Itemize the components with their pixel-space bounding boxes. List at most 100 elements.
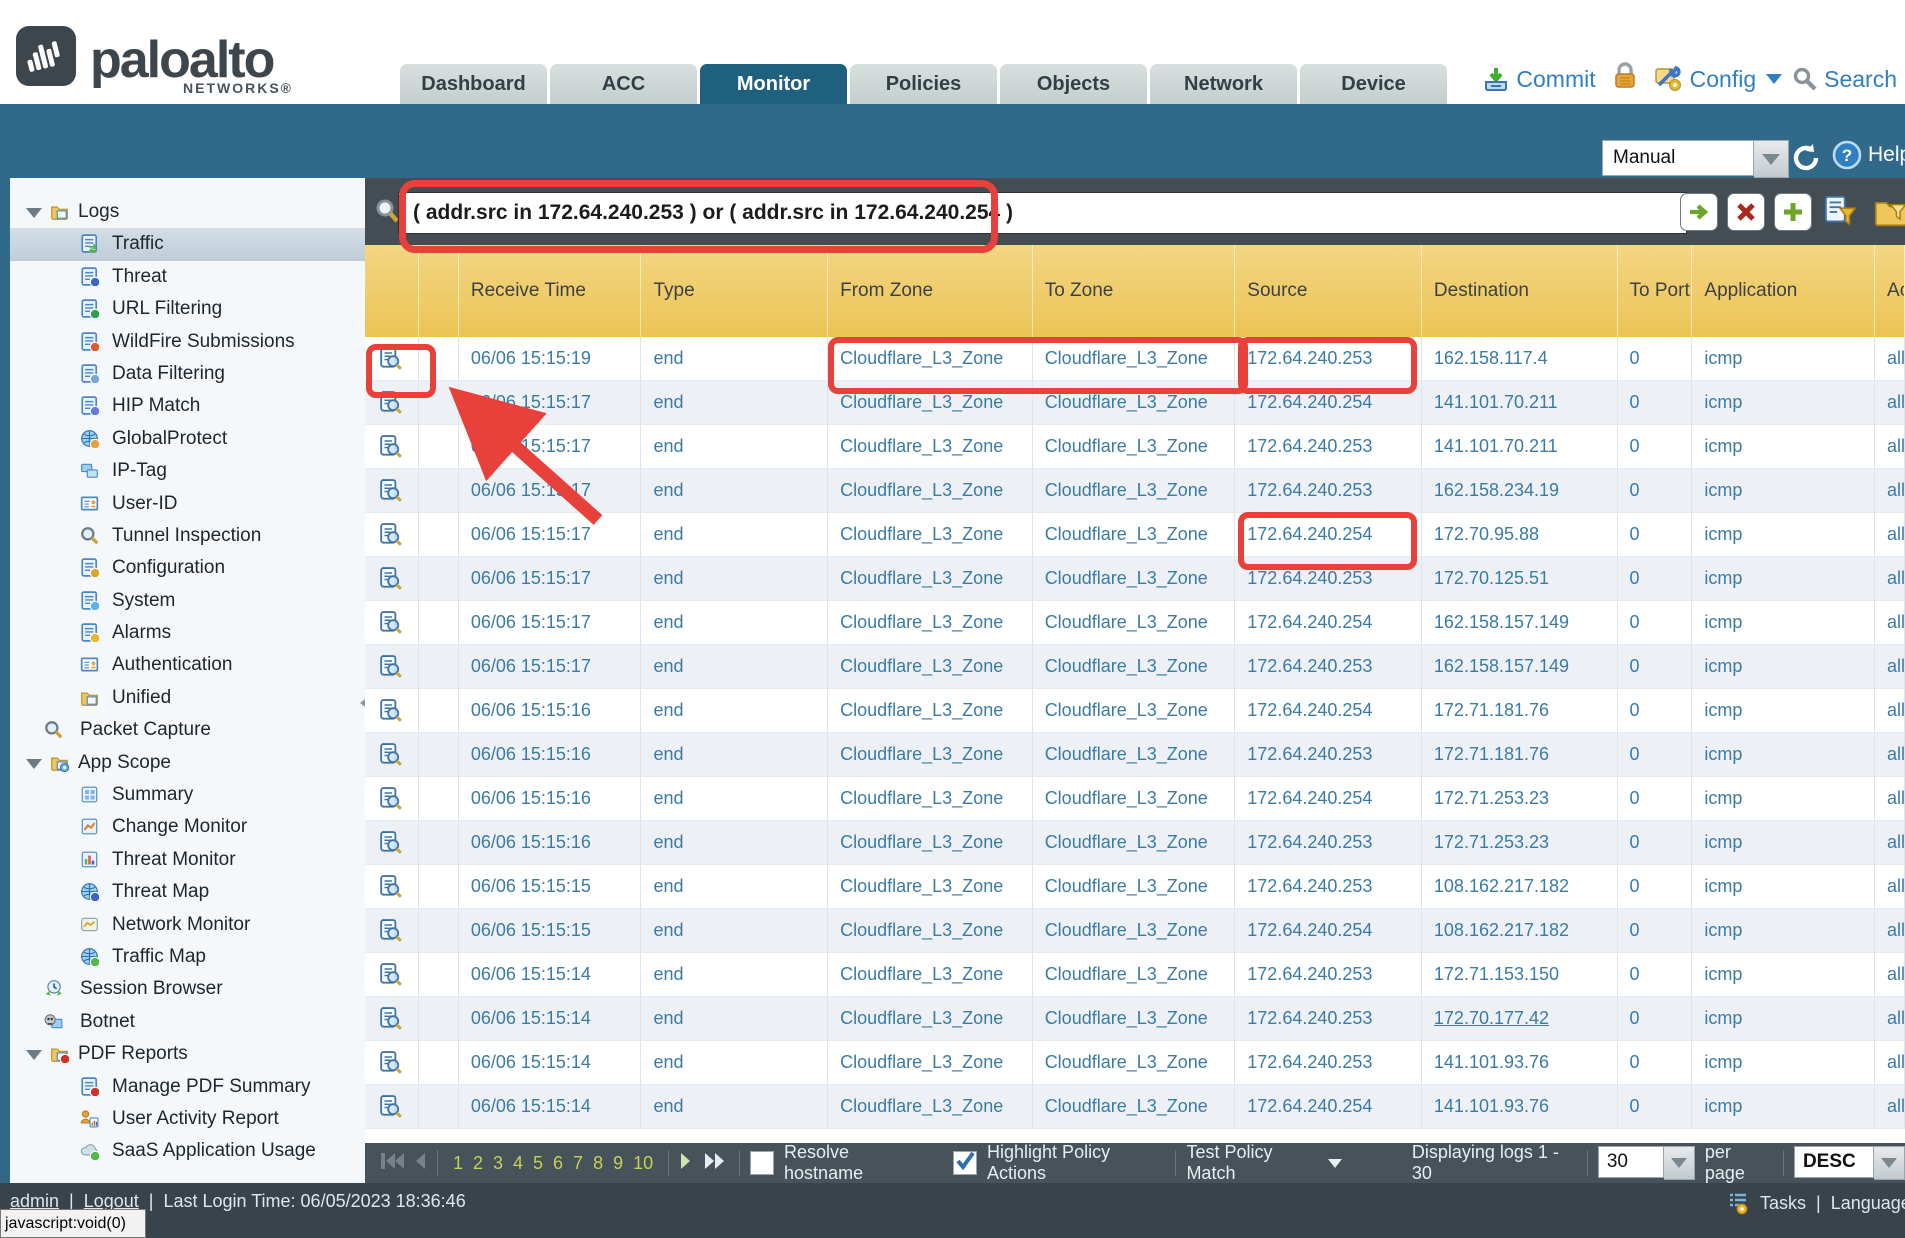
cell-from-zone[interactable]: Cloudflare_L3_Zone: [828, 909, 1033, 952]
cell-action[interactable]: allow: [1875, 865, 1905, 908]
sidebar-item-globalprotect[interactable]: GlobalProtect: [10, 423, 365, 455]
sidebar-item-network-monitor[interactable]: Network Monitor: [10, 909, 365, 941]
apply-filter-button[interactable]: [1680, 193, 1718, 231]
cell-to-port[interactable]: 0: [1618, 689, 1693, 732]
cell-to-zone[interactable]: Cloudflare_L3_Zone: [1033, 821, 1236, 864]
log-detail-button[interactable]: [365, 777, 419, 820]
page-number-9[interactable]: 9: [613, 1153, 623, 1173]
cell-destination[interactable]: 108.162.217.182: [1422, 909, 1618, 952]
page-number-10[interactable]: 10: [633, 1153, 653, 1173]
page-number-8[interactable]: 8: [593, 1153, 603, 1173]
last-page-button[interactable]: [703, 1151, 729, 1176]
expand-triangle-icon[interactable]: [26, 208, 42, 218]
cell-from-zone[interactable]: Cloudflare_L3_Zone: [828, 1041, 1033, 1084]
cell-to-zone[interactable]: Cloudflare_L3_Zone: [1033, 733, 1236, 776]
cell-receive-time[interactable]: 06/06 15:15:16: [459, 689, 642, 732]
cell-to-zone[interactable]: Cloudflare_L3_Zone: [1033, 381, 1236, 424]
cell-destination[interactable]: 141.101.93.76: [1422, 1085, 1618, 1128]
tab-monitor[interactable]: Monitor: [700, 64, 847, 104]
sort-order-caret[interactable]: [1874, 1146, 1905, 1180]
log-detail-button[interactable]: [365, 425, 419, 468]
cell-source[interactable]: 172.64.240.254: [1235, 777, 1422, 820]
cell-type[interactable]: end: [641, 469, 828, 512]
cell-destination[interactable]: 172.70.177.42: [1422, 997, 1618, 1040]
cell-receive-time[interactable]: 06/06 15:15:17: [459, 557, 642, 600]
cell-from-zone[interactable]: Cloudflare_L3_Zone: [828, 425, 1033, 468]
cell-from-zone[interactable]: Cloudflare_L3_Zone: [828, 777, 1033, 820]
log-detail-button[interactable]: [365, 1041, 419, 1084]
cell-to-zone[interactable]: Cloudflare_L3_Zone: [1033, 1085, 1236, 1128]
cell-to-zone[interactable]: Cloudflare_L3_Zone: [1033, 689, 1236, 732]
sidebar-item-botnet[interactable]: Botnet: [10, 1006, 365, 1038]
cell-destination[interactable]: 162.158.117.4: [1422, 337, 1618, 380]
search-button[interactable]: Search: [1792, 66, 1897, 93]
cell-destination[interactable]: 172.70.125.51: [1422, 557, 1618, 600]
cell-to-zone[interactable]: Cloudflare_L3_Zone: [1033, 337, 1236, 380]
resolve-hostname-checkbox[interactable]: [750, 1151, 774, 1175]
filter-builder-button[interactable]: [1823, 193, 1859, 229]
cell-to-zone[interactable]: Cloudflare_L3_Zone: [1033, 645, 1236, 688]
commit-button[interactable]: Commit: [1482, 65, 1595, 93]
cell-source[interactable]: 172.64.240.254: [1235, 689, 1422, 732]
page-number-3[interactable]: 3: [493, 1153, 503, 1173]
sidebar-item-url-filtering[interactable]: URL Filtering: [10, 293, 365, 325]
cell-to-zone[interactable]: Cloudflare_L3_Zone: [1033, 953, 1236, 996]
cell-to-port[interactable]: 0: [1618, 953, 1693, 996]
cell-source[interactable]: 172.64.240.253: [1235, 557, 1422, 600]
log-detail-button[interactable]: [365, 865, 419, 908]
cell-source[interactable]: 172.64.240.254: [1235, 513, 1422, 556]
page-number-6[interactable]: 6: [553, 1153, 563, 1173]
cell-to-port[interactable]: 0: [1618, 777, 1693, 820]
sidebar-item-authentication[interactable]: Authentication: [10, 649, 365, 681]
page-number-2[interactable]: 2: [473, 1153, 483, 1173]
cell-to-port[interactable]: 0: [1618, 997, 1693, 1040]
sidebar-item-traffic-map[interactable]: Traffic Map: [10, 941, 365, 973]
cell-action[interactable]: allow: [1875, 425, 1905, 468]
sidebar-item-configuration[interactable]: Configuration: [10, 552, 365, 584]
cell-source[interactable]: 172.64.240.253: [1235, 645, 1422, 688]
column-header-to-zone[interactable]: To Zone: [1033, 245, 1236, 337]
cell-destination[interactable]: 141.101.93.76: [1422, 1041, 1618, 1084]
cell-to-zone[interactable]: Cloudflare_L3_Zone: [1033, 909, 1236, 952]
cell-from-zone[interactable]: Cloudflare_L3_Zone: [828, 337, 1033, 380]
cell-application[interactable]: icmp: [1692, 953, 1875, 996]
sidebar-item-summary[interactable]: Summary: [10, 779, 365, 811]
next-page-button[interactable]: [679, 1151, 693, 1176]
cell-application[interactable]: icmp: [1692, 821, 1875, 864]
column-header-blank-0[interactable]: [365, 245, 419, 337]
cell-type[interactable]: end: [641, 557, 828, 600]
cell-action[interactable]: allow: [1875, 997, 1905, 1040]
refresh-mode-select[interactable]: Manual: [1602, 140, 1789, 178]
log-detail-button[interactable]: [365, 469, 419, 512]
cell-to-port[interactable]: 0: [1618, 821, 1693, 864]
cell-to-zone[interactable]: Cloudflare_L3_Zone: [1033, 1041, 1236, 1084]
cell-action[interactable]: allow: [1875, 513, 1905, 556]
log-detail-button[interactable]: [365, 601, 419, 644]
cell-action[interactable]: allow: [1875, 645, 1905, 688]
column-header-action[interactable]: Action: [1875, 245, 1905, 337]
cell-type[interactable]: end: [641, 645, 828, 688]
cell-to-zone[interactable]: Cloudflare_L3_Zone: [1033, 469, 1236, 512]
cell-from-zone[interactable]: Cloudflare_L3_Zone: [828, 381, 1033, 424]
column-header-application[interactable]: Application: [1692, 245, 1875, 337]
cell-source[interactable]: 172.64.240.254: [1235, 381, 1422, 424]
cell-to-port[interactable]: 0: [1618, 469, 1693, 512]
cell-type[interactable]: end: [641, 689, 828, 732]
cell-receive-time[interactable]: 06/06 15:15:17: [459, 645, 642, 688]
cell-action[interactable]: allow: [1875, 821, 1905, 864]
per-page-caret[interactable]: [1664, 1146, 1695, 1180]
log-detail-button[interactable]: [365, 645, 419, 688]
cell-from-zone[interactable]: Cloudflare_L3_Zone: [828, 513, 1033, 556]
cell-destination[interactable]: 141.101.70.211: [1422, 425, 1618, 468]
log-detail-button[interactable]: [365, 381, 419, 424]
cell-to-port[interactable]: 0: [1618, 381, 1693, 424]
sidebar-item-wildfire-submissions[interactable]: WildFire Submissions: [10, 326, 365, 358]
cell-type[interactable]: end: [641, 909, 828, 952]
cell-type[interactable]: end: [641, 733, 828, 776]
sidebar-item-manage-pdf-summary[interactable]: Manage PDF Summary: [10, 1071, 365, 1103]
cell-application[interactable]: icmp: [1692, 557, 1875, 600]
cell-action[interactable]: allow: [1875, 337, 1905, 380]
log-detail-button[interactable]: [365, 557, 419, 600]
tab-network[interactable]: Network: [1150, 64, 1297, 104]
cell-receive-time[interactable]: 06/06 15:15:16: [459, 733, 642, 776]
